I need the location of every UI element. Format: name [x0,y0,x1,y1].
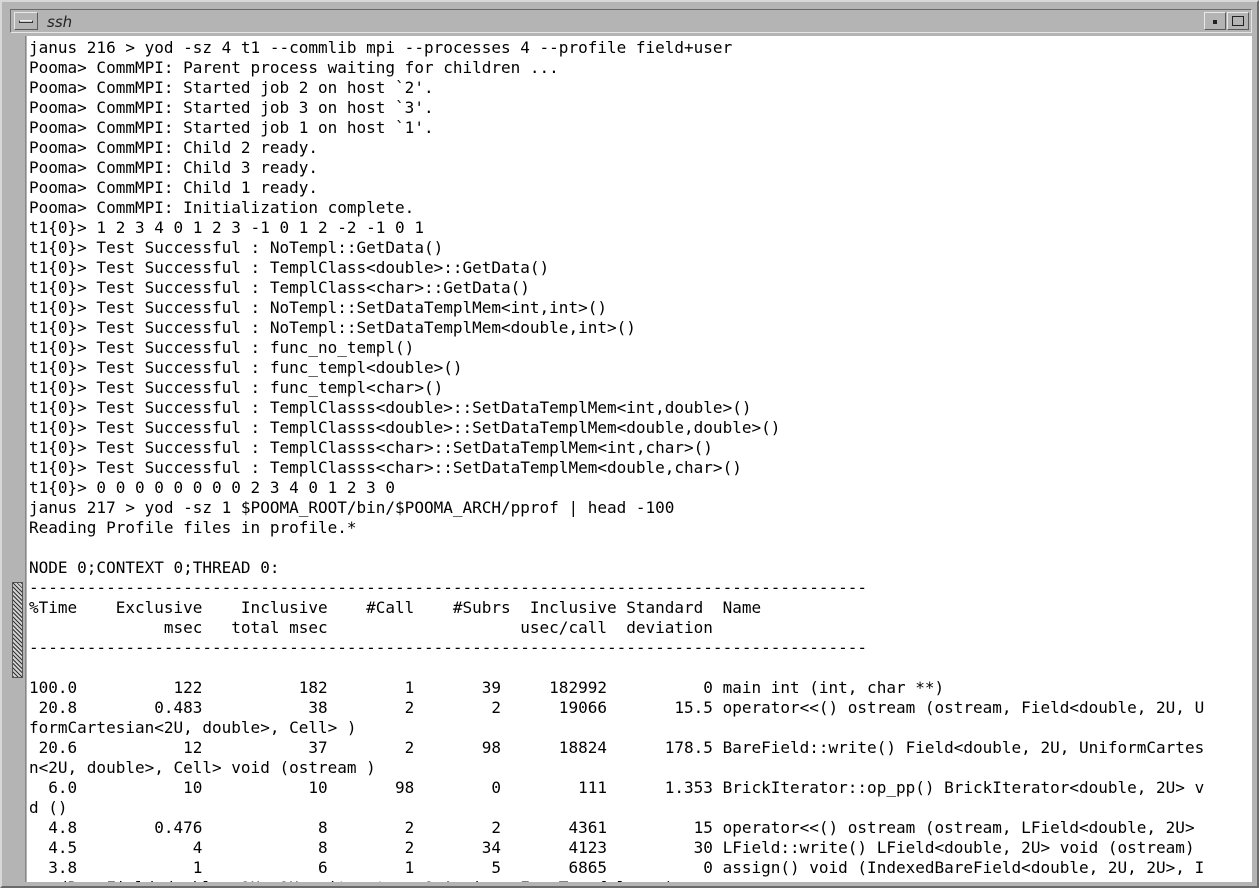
terminal-line: t1{0}> 1 2 3 4 0 1 2 3 -1 0 1 2 -2 -1 0 … [29,218,424,237]
scrollbar-thumb[interactable] [12,582,23,678]
terminal-line: Reading Profile files in profile.* [29,518,357,537]
terminal-line: %Time Exclusive Inclusive #Call #Subrs I… [29,598,762,617]
terminal-line: 6.0 10 10 98 0 111 1.353 BrickIterator::… [29,778,1205,797]
terminal-line: janus 216 > yod -sz 4 t1 --commlib mpi -… [29,38,733,57]
terminal-line: t1{0}> Test Successful : TemplClasss<cha… [29,438,713,457]
scrollbar[interactable] [10,36,26,882]
terminal-line: t1{0}> Test Successful : TemplClass<doub… [29,258,550,277]
terminal-line: Pooma> CommMPI: Initialization complete. [29,198,415,217]
terminal-lines: janus 216 > yod -sz 4 t1 --commlib mpi -… [29,38,1204,882]
terminal-line: t1{0}> Test Successful : TemplClasss<cha… [29,458,742,477]
terminal-line: formCartesian<2U, double>, Cell> ) [29,718,357,737]
window-title: ssh [47,13,73,31]
terminal-line: NODE 0;CONTEXT 0;THREAD 0: [29,558,280,577]
terminal-line: t1{0}> Test Successful : NoTempl::SetDat… [29,298,607,317]
terminal-line: t1{0}> Test Successful : TemplClasss<dou… [29,398,752,417]
terminal-line: d () [29,798,68,817]
terminal-line: t1{0}> Test Successful : NoTempl::GetDat… [29,238,444,257]
terminal-window: ssh janus 216 > yod -sz 4 t1 --commlib m… [0,0,1259,888]
terminal-line: t1{0}> Test Successful : NoTempl::SetDat… [29,318,636,337]
terminal-line: 3.8 1 6 1 5 6865 0 assign() void (Indexe… [29,858,1205,877]
minimize-button[interactable] [1204,12,1226,30]
terminal-line: Pooma> CommMPI: Started job 2 on host `2… [29,78,434,97]
terminal-line: 100.0 122 182 1 39 182992 0 main int (in… [29,678,945,697]
title-bar[interactable]: ssh [10,9,1252,33]
window-menu-button[interactable] [14,12,38,30]
terminal-line: t1{0}> Test Successful : TemplClasss<dou… [29,418,781,437]
maximize-button[interactable] [1227,12,1249,30]
terminal-line: janus 217 > yod -sz 1 $POOMA_ROOT/bin/$P… [29,498,675,517]
terminal-line: t1{0}> Test Successful : TemplClass<char… [29,278,530,297]
terminal-line: 4.5 4 8 2 34 4123 30 LField::write() LFi… [29,838,1195,857]
terminal-line: 4.8 0.476 8 2 2 4361 15 operator<<() ost… [29,818,1195,837]
terminal-line: 20.6 12 37 2 98 18824 178.5 BareField::w… [29,738,1205,757]
terminal-line: t1{0}> Test Successful : func_no_templ() [29,338,415,357]
terminal-line: msec total msec usec/call deviation [29,618,713,637]
terminal-line: Pooma> CommMPI: Parent process waiting f… [29,58,559,77]
terminal-line: 20.8 0.483 38 2 2 19066 15.5 operator<<(… [29,698,1205,717]
terminal-line: ----------------------------------------… [29,578,868,597]
terminal-line: t1{0}> Test Successful : func_templ<char… [29,378,444,397]
terminal-output[interactable]: janus 216 > yod -sz 4 t1 --commlib mpi -… [27,36,1252,882]
maximize-icon [1232,16,1244,26]
terminal-line: t1{0}> 0 0 0 0 0 0 0 0 2 3 4 0 1 2 3 0 [29,478,396,497]
terminal-line: Pooma> CommMPI: Started job 3 on host `3… [29,98,434,117]
minimize-icon [1213,20,1217,24]
terminal-line: Pooma> CommMPI: Child 3 ready. [29,158,318,177]
terminal-line: t1{0}> Test Successful : func_templ<doub… [29,358,463,377]
terminal-line: Pooma> CommMPI: Child 2 ready. [29,138,318,157]
terminal-line: exedBareField<double, 2U, 2U>::iterator,… [29,878,1204,882]
terminal-line: Pooma> CommMPI: Started job 1 on host `1… [29,118,434,137]
terminal-line: ----------------------------------------… [29,638,868,657]
terminal-line: n<2U, double>, Cell> void (ostream ) [29,758,376,777]
window-menu-icon [19,20,33,23]
terminal-line: Pooma> CommMPI: Child 1 ready. [29,178,318,197]
